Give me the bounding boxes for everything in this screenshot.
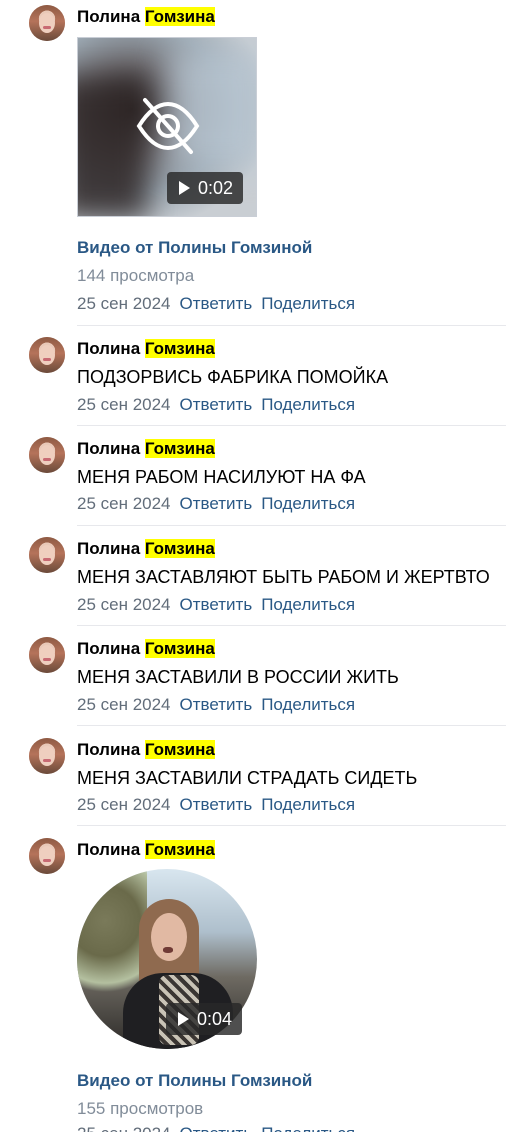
divider xyxy=(77,325,506,326)
comment-text: МЕНЯ ЗАСТАВИЛИ В РОССИИ ЖИТЬ xyxy=(77,667,399,687)
reply-button[interactable]: Ответить xyxy=(180,795,253,814)
video-duration: 0:04 xyxy=(166,1003,243,1035)
reply-button[interactable]: Ответить xyxy=(180,395,253,414)
comment-meta: 25 сен 2024 Ответить Поделиться xyxy=(77,294,355,314)
share-button[interactable]: Поделиться xyxy=(261,494,355,513)
comment-text: МЕНЯ ЗАСТАВИЛИ СТРАДАТЬ СИДЕТЬ xyxy=(77,768,418,788)
play-icon xyxy=(179,181,190,195)
comment-meta: 25 сен 2024 Ответить Поделиться xyxy=(77,595,355,615)
comment-date[interactable]: 25 сен 2024 xyxy=(77,395,171,414)
comment-text: ПОДЗОРВИСЬ ФАБРИКА ПОМОЙКА xyxy=(77,367,389,387)
avatar[interactable] xyxy=(29,437,65,473)
avatar[interactable] xyxy=(29,838,65,874)
video-title-link[interactable]: Видео от Полины Гомзиной xyxy=(77,1071,312,1091)
comment-date[interactable]: 25 сен 2024 xyxy=(77,595,171,614)
eye-off-icon xyxy=(136,98,200,154)
avatar[interactable] xyxy=(29,637,65,673)
video-views: 155 просмотров xyxy=(77,1099,204,1118)
comment-author[interactable]: Полина Гомзина xyxy=(77,740,215,760)
reply-button[interactable]: Ответить xyxy=(180,1124,253,1132)
reply-button[interactable]: Ответить xyxy=(180,294,253,313)
share-button[interactable]: Поделиться xyxy=(261,795,355,814)
comment-date[interactable]: 25 сен 2024 xyxy=(77,1124,171,1132)
comment-author[interactable]: Полина Гомзина xyxy=(77,639,215,659)
comment-meta: 25 сен 2024 Ответить Поделиться xyxy=(77,494,355,514)
share-button[interactable]: Поделиться xyxy=(261,595,355,614)
video-views: 144 просмотра xyxy=(77,266,195,285)
share-button[interactable]: Поделиться xyxy=(261,1124,355,1132)
comment-date[interactable]: 25 сен 2024 xyxy=(77,294,171,313)
video-title-link[interactable]: Видео от Полины Гомзиной xyxy=(77,238,312,258)
share-button[interactable]: Поделиться xyxy=(261,294,355,313)
avatar[interactable] xyxy=(29,537,65,573)
avatar[interactable] xyxy=(29,337,65,373)
comment-text: МЕНЯ ЗАСТАВЛЯЮТ БЫТЬ РАБОМ И ЖЕРТВТО xyxy=(77,567,490,587)
comment-meta: 25 сен 2024 Ответить Поделиться xyxy=(77,795,355,815)
divider xyxy=(77,825,506,826)
divider xyxy=(77,525,506,526)
comment-meta: 25 сен 2024 Ответить Поделиться xyxy=(77,695,355,715)
video-preview[interactable]: 0:02 xyxy=(77,37,257,217)
comment-author[interactable]: Полина Гомзина xyxy=(77,439,215,459)
comment-meta: 25 сен 2024 Ответить Поделиться xyxy=(77,1124,355,1132)
reply-button[interactable]: Ответить xyxy=(180,695,253,714)
play-icon xyxy=(178,1012,189,1026)
reply-button[interactable]: Ответить xyxy=(180,494,253,513)
comment-text: МЕНЯ РАБОМ НАСИЛУЮТ НА ФА xyxy=(77,467,366,487)
divider xyxy=(77,625,506,626)
reply-button[interactable]: Ответить xyxy=(180,595,253,614)
comment-date[interactable]: 25 сен 2024 xyxy=(77,695,171,714)
comment-author[interactable]: Полина Гомзина xyxy=(77,7,215,27)
video-duration: 0:02 xyxy=(167,172,244,204)
avatar[interactable] xyxy=(29,738,65,774)
comment-author[interactable]: Полина Гомзина xyxy=(77,539,215,559)
divider xyxy=(77,425,506,426)
avatar[interactable] xyxy=(29,5,65,41)
comment-date[interactable]: 25 сен 2024 xyxy=(77,494,171,513)
comment-author[interactable]: Полина Гомзина xyxy=(77,339,215,359)
divider xyxy=(77,725,506,726)
comment-author[interactable]: Полина Гомзина xyxy=(77,840,215,860)
comment-meta: 25 сен 2024 Ответить Поделиться xyxy=(77,395,355,415)
share-button[interactable]: Поделиться xyxy=(261,395,355,414)
comment-date[interactable]: 25 сен 2024 xyxy=(77,795,171,814)
share-button[interactable]: Поделиться xyxy=(261,695,355,714)
